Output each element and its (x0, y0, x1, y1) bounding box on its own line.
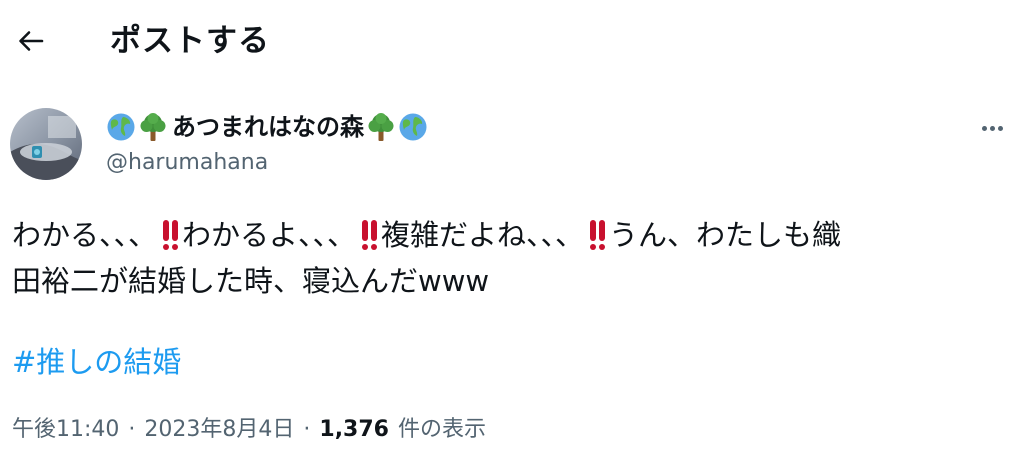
tree-icon (140, 113, 166, 141)
post-metadata: 午後11:40 · 2023年8月4日 · 1,376 件の表示 (12, 413, 486, 447)
more-dots-icon (997, 125, 1003, 131)
more-dots-icon (981, 125, 987, 131)
arrow-left-icon (19, 31, 44, 51)
avatar[interactable] (10, 108, 82, 180)
author-handle[interactable]: @harumahana (106, 148, 268, 178)
globe-icon (107, 113, 135, 141)
separator-dot: · (128, 417, 136, 442)
separator-dot: · (303, 417, 311, 442)
post-date[interactable]: 2023年8月4日 (144, 413, 294, 447)
tweet-text-line: 田裕二が結婚した時、寝込んだwww (12, 264, 490, 298)
post-time[interactable]: 午後11:40 (12, 413, 119, 447)
hashtag-link[interactable]: #推しの結婚 (12, 342, 181, 382)
double-exclamation-icon (590, 220, 606, 250)
display-name: あつまれはなの森 (172, 113, 364, 141)
tweet-text-segment: 複雑だよね、、、 (381, 218, 585, 252)
more-button[interactable] (975, 116, 1009, 140)
globe-icon (399, 113, 427, 141)
tweet-text: わかる、、、 わかるよ、、、 複雑だよね、、、 うん、わたしも織 田裕二が結婚し… (12, 212, 1012, 304)
top-bar: ポストする (0, 0, 1024, 84)
view-count-label: 件の表示 (397, 417, 486, 442)
more-dots-icon (989, 125, 995, 131)
tweet-text-segment: わかるよ、、、 (182, 218, 357, 252)
view-count: 1,376 (319, 417, 389, 442)
tree-icon (368, 113, 394, 141)
back-button[interactable] (14, 24, 48, 58)
tweet-text-line: わかる、、、 わかるよ、、、 複雑だよね、、、 うん、わたしも織 (12, 212, 1012, 258)
tweet-text-segment: わかる、、、 (12, 218, 158, 252)
author-name[interactable]: あつまれはなの森 (106, 112, 430, 142)
avatar-image (10, 108, 82, 180)
double-exclamation-icon (163, 220, 179, 250)
page-title: ポストする (110, 23, 270, 59)
double-exclamation-icon (362, 220, 378, 250)
tweet-text-segment: うん、わたしも織 (609, 218, 842, 252)
